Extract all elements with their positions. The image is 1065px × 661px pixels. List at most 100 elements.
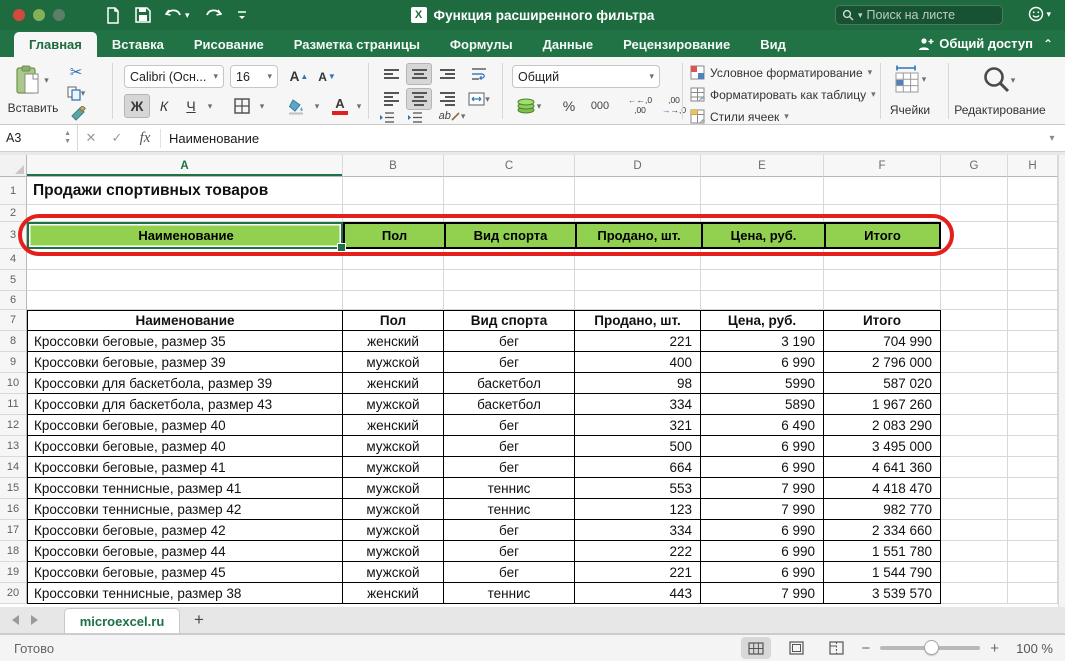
col-header-G[interactable]: G <box>941 155 1008 177</box>
paste-button[interactable]: ▾ <box>10 62 54 98</box>
format-as-table-button[interactable]: Форматировать как таблицу ▾ <box>690 87 876 102</box>
cell-H13[interactable] <box>1008 436 1058 457</box>
cell-C10[interactable]: баскетбол <box>444 373 575 394</box>
cell-E8[interactable]: 3 190 <box>701 331 824 352</box>
cell-H15[interactable] <box>1008 478 1058 499</box>
col-header-E[interactable]: E <box>701 155 824 177</box>
cell-B14[interactable]: мужской <box>343 457 444 478</box>
percent-format-button[interactable]: % <box>556 94 582 118</box>
cell-G4[interactable] <box>941 249 1008 270</box>
zoom-out-button[interactable]: − <box>861 640 870 657</box>
cell-G13[interactable] <box>941 436 1008 457</box>
cell-F2[interactable] <box>824 205 941 222</box>
cell-F18[interactable]: 1 551 780 <box>824 541 941 562</box>
next-sheet-icon[interactable] <box>31 615 38 625</box>
tab-разметка-страницы[interactable]: Разметка страницы <box>279 32 435 57</box>
confirm-entry-button[interactable]: ✓ <box>104 130 130 146</box>
cell-D18[interactable]: 222 <box>575 541 701 562</box>
underline-button[interactable]: Ч <box>178 94 204 118</box>
share-button[interactable]: Общий доступ <box>918 36 1033 51</box>
row-header-10[interactable]: 10 <box>0 373 27 394</box>
cell-A4[interactable] <box>27 249 343 270</box>
cell-H11[interactable] <box>1008 394 1058 415</box>
cell-H16[interactable] <box>1008 499 1058 520</box>
cell-D13[interactable]: 500 <box>575 436 701 457</box>
fill-color-button[interactable] <box>283 94 311 118</box>
align-bottom-button[interactable] <box>434 63 460 85</box>
feedback-button[interactable]: ▾ <box>1028 6 1051 22</box>
cell-B12[interactable]: женский <box>343 415 444 436</box>
cell-F20[interactable]: 3 539 570 <box>824 583 941 604</box>
cell-C13[interactable]: бег <box>444 436 575 457</box>
sheet-tab-microexcel[interactable]: microexcel.ru <box>64 608 180 633</box>
cell-D5[interactable] <box>575 270 701 291</box>
cell-B13[interactable]: мужской <box>343 436 444 457</box>
cell-D8[interactable]: 221 <box>575 331 701 352</box>
cell-E17[interactable]: 6 990 <box>701 520 824 541</box>
save-icon[interactable] <box>135 7 151 23</box>
italic-button[interactable]: К <box>151 94 177 118</box>
cell-E20[interactable]: 7 990 <box>701 583 824 604</box>
cell-G19[interactable] <box>941 562 1008 583</box>
cell-C3[interactable]: Вид спорта <box>444 222 575 249</box>
cell-A15[interactable]: Кроссовки теннисные, размер 41 <box>27 478 343 499</box>
align-top-button[interactable] <box>378 63 404 85</box>
row-header-6[interactable]: 6 <box>0 291 27 310</box>
cell-G10[interactable] <box>941 373 1008 394</box>
col-header-C[interactable]: C <box>444 155 575 177</box>
search-input[interactable]: ▾ Поиск на листе <box>835 5 1003 25</box>
cell-F3[interactable]: Итого <box>824 222 941 249</box>
tab-данные[interactable]: Данные <box>528 32 609 57</box>
tab-вид[interactable]: Вид <box>745 32 801 57</box>
cell-C6[interactable] <box>444 291 575 310</box>
cell-F6[interactable] <box>824 291 941 310</box>
col-header-F[interactable]: F <box>824 155 941 177</box>
cell-B15[interactable]: мужской <box>343 478 444 499</box>
cell-B4[interactable] <box>343 249 444 270</box>
copy-button[interactable]: ▾ <box>66 84 86 102</box>
cell-G1[interactable] <box>941 177 1008 205</box>
cell-B16[interactable]: мужской <box>343 499 444 520</box>
cell-H3[interactable] <box>1008 222 1058 249</box>
cell-E12[interactable]: 6 490 <box>701 415 824 436</box>
cell-C8[interactable]: бег <box>444 331 575 352</box>
cell-D1[interactable] <box>575 177 701 205</box>
insert-function-button[interactable]: fx <box>130 130 160 147</box>
cell-G16[interactable] <box>941 499 1008 520</box>
cell-C16[interactable]: теннис <box>444 499 575 520</box>
cell-D11[interactable]: 334 <box>575 394 701 415</box>
cell-H14[interactable] <box>1008 457 1058 478</box>
cell-D6[interactable] <box>575 291 701 310</box>
col-header-H[interactable]: H <box>1008 155 1058 177</box>
cell-B8[interactable]: женский <box>343 331 444 352</box>
row-header-18[interactable]: 18 <box>0 541 27 562</box>
tab-вставка[interactable]: Вставка <box>97 32 179 57</box>
cut-button[interactable]: ✂ <box>66 63 86 81</box>
cancel-entry-button[interactable]: ✕ <box>78 130 104 146</box>
row-header-11[interactable]: 11 <box>0 394 27 415</box>
cell-G9[interactable] <box>941 352 1008 373</box>
cell-B9[interactable]: мужской <box>343 352 444 373</box>
cell-E2[interactable] <box>701 205 824 222</box>
new-document-icon[interactable] <box>105 7 121 24</box>
cell-A7[interactable]: Наименование <box>27 310 343 331</box>
cell-A11[interactable]: Кроссовки для баскетбола, размер 43 <box>27 394 343 415</box>
row-header-7[interactable]: 7 <box>0 310 27 331</box>
cells-button[interactable]: ▾ <box>893 62 927 96</box>
name-box[interactable]: A3 ▲▼ <box>0 125 78 152</box>
cell-C1[interactable] <box>444 177 575 205</box>
cell-D4[interactable] <box>575 249 701 270</box>
cell-C19[interactable]: бег <box>444 562 575 583</box>
format-painter-button[interactable] <box>68 104 88 122</box>
minimize-window-button[interactable] <box>33 9 45 21</box>
cell-A18[interactable]: Кроссовки беговые, размер 44 <box>27 541 343 562</box>
font-color-button[interactable]: A <box>327 94 353 118</box>
cell-F11[interactable]: 1 967 260 <box>824 394 941 415</box>
cell-B20[interactable]: женский <box>343 583 444 604</box>
row-header-9[interactable]: 9 <box>0 352 27 373</box>
cell-F16[interactable]: 982 770 <box>824 499 941 520</box>
borders-caret-icon[interactable]: ▾ <box>256 94 268 118</box>
cell-B3[interactable]: Пол <box>343 222 444 249</box>
cell-H1[interactable] <box>1008 177 1058 205</box>
cell-B19[interactable]: мужской <box>343 562 444 583</box>
